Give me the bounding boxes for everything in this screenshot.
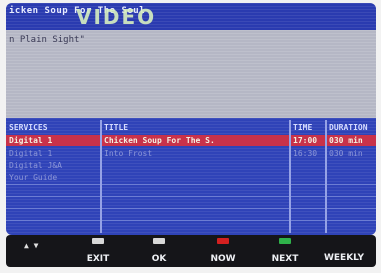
program-guide: SERVICES TITLE TIME DURATION Digital 1 C…: [6, 118, 376, 235]
exit-label: EXIT: [86, 254, 110, 264]
guide-row[interactable]: Your Guide: [6, 172, 376, 183]
column-header-duration: DURATION: [329, 123, 368, 132]
remote-key-bar: ▲ ▼ EXIT OK NOW NEXT WEEKLY: [6, 235, 376, 267]
guide-row[interactable]: Digital 1 Into Frost 16:30 030 min: [6, 148, 376, 159]
next-key-swatch: [279, 238, 291, 244]
grid-line: [6, 196, 376, 197]
column-header-services: SERVICES: [9, 123, 48, 132]
program-description-panel: n Plain Sight": [6, 30, 376, 118]
row-title: Into Frost: [104, 149, 153, 158]
row-service: Digital 1: [9, 149, 53, 158]
guide-row[interactable]: Digital J&A: [6, 160, 376, 171]
column-divider: [289, 120, 291, 233]
row-duration: 030 min: [329, 136, 363, 145]
row-duration: 030 min: [329, 149, 363, 158]
program-description: n Plain Sight": [9, 35, 85, 45]
weekly-button[interactable]: WEEKLY: [320, 245, 368, 264]
grid-line: [6, 208, 376, 209]
up-down-arrows-icon: ▲ ▼: [24, 241, 39, 250]
column-divider: [100, 120, 102, 233]
next-button[interactable]: NEXT: [267, 238, 303, 265]
ok-button[interactable]: OK: [144, 238, 174, 265]
ok-label: OK: [151, 254, 167, 264]
grid-line: [6, 184, 376, 185]
now-button[interactable]: NOW: [205, 238, 241, 265]
weekly-label: WEEKLY: [323, 253, 365, 263]
exit-button[interactable]: EXIT: [80, 238, 116, 265]
guide-row-selected[interactable]: Digital 1 Chicken Soup For The S. 17:00 …: [6, 135, 376, 146]
column-header-time: TIME: [293, 123, 313, 132]
now-label: NOW: [210, 254, 236, 264]
column-divider: [325, 120, 327, 233]
ok-key-swatch: [153, 238, 165, 244]
row-service: Digital 1: [9, 136, 53, 145]
now-key-swatch: [217, 238, 229, 244]
row-service: Your Guide: [9, 173, 58, 182]
row-service: Digital J&A: [9, 161, 62, 170]
row-title: Chicken Soup For The S.: [104, 136, 215, 145]
column-header-title: TITLE: [104, 123, 129, 132]
tv-screen: icken Soup For The Soul VIDEO n Plain Si…: [6, 3, 376, 235]
exit-key-swatch: [92, 238, 104, 244]
grid-line: [6, 220, 376, 221]
row-time: 17:00: [293, 136, 318, 145]
next-label: NEXT: [271, 254, 299, 264]
row-time: 16:30: [293, 149, 318, 158]
video-badge: VIDEO: [76, 5, 157, 29]
program-title-bar: icken Soup For The Soul VIDEO: [6, 3, 376, 30]
